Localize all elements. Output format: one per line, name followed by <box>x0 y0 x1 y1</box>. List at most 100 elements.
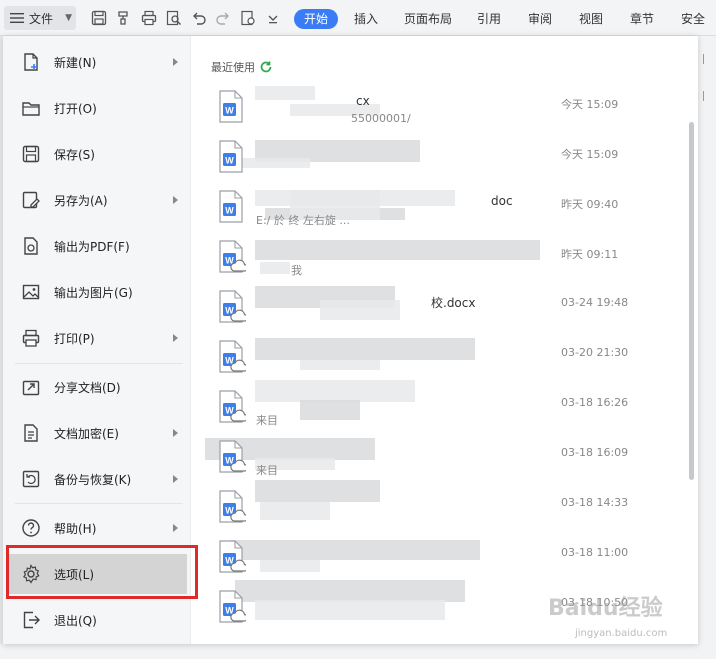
tab-security[interactable]: 安全 <box>673 9 713 29</box>
file-time: 03-18 16:09 <box>561 446 629 459</box>
menu-item-print[interactable]: 打印(P) <box>3 318 191 358</box>
recent-file-item[interactable]: W 03-20 21:30 <box>216 340 676 386</box>
file-time: 03-24 19:48 <box>561 296 629 309</box>
menu-item-label: 退出(Q) <box>54 613 97 628</box>
file-name: doc <box>491 194 513 208</box>
format-painter-icon[interactable] <box>115 9 133 27</box>
tab-insert[interactable]: 插入 <box>346 9 386 29</box>
recent-file-item[interactable]: W 我 昨天 09:11 <box>216 240 676 286</box>
submenu-arrow-icon <box>173 475 178 483</box>
print-preview-icon[interactable] <box>165 9 183 27</box>
submenu-arrow-icon <box>173 196 178 204</box>
tab-view[interactable]: 视图 <box>571 9 611 29</box>
word-doc-icon: W <box>216 590 249 624</box>
recent-file-item[interactable]: W 03-18 14:33 <box>216 490 676 536</box>
file-path: 55000001/ <box>351 112 411 125</box>
menu-item-label: 打印(P) <box>54 331 95 346</box>
recent-file-item[interactable]: W 今天 15:09 <box>216 140 676 186</box>
recent-file-item[interactable]: W 03-18 11:00 <box>216 540 676 586</box>
file-time: 昨天 09:11 <box>561 248 619 261</box>
tab-review[interactable]: 审阅 <box>520 9 560 29</box>
file-path: 来目 <box>256 414 278 427</box>
menu-item-export-pdf[interactable]: 输出为PDF(F) <box>3 226 191 266</box>
file-name: cx <box>356 94 370 108</box>
file-menu-label: 文件 <box>29 11 54 26</box>
submenu-arrow-icon <box>173 58 178 66</box>
menu-item-help[interactable]: 帮助(H) <box>3 508 191 548</box>
file-time: 03-18 14:33 <box>561 496 629 509</box>
redo-icon[interactable] <box>214 9 232 27</box>
word-doc-icon: W <box>216 190 246 224</box>
tab-home[interactable]: 开始 <box>294 9 338 29</box>
top-toolbar: 文件 ▼ 开始 插入 页面布局 引用 审阅 视图 章节 安全 <box>0 0 716 36</box>
print-icon[interactable] <box>140 9 158 27</box>
file-path: E:/ 於 终 左右旋 ... <box>256 214 350 227</box>
menu-item-export-image[interactable]: 输出为图片(G) <box>3 272 191 312</box>
file-time: 昨天 09:40 <box>561 198 619 211</box>
watermark-url: jingyan.baidu.com <box>575 628 668 639</box>
tab-page-layout[interactable]: 页面布局 <box>398 9 458 29</box>
undo-icon[interactable] <box>190 9 208 27</box>
file-time: 03-20 21:30 <box>561 346 629 359</box>
menu-item-label: 备份与恢复(K) <box>54 472 132 487</box>
baidu-watermark: Baidu经验 <box>548 596 663 621</box>
file-time: 今天 15:09 <box>561 148 619 161</box>
word-doc-icon: W <box>216 240 249 274</box>
recent-file-item[interactable]: Wcx 55000001/今天 15:09 <box>216 90 676 136</box>
svg-text:W: W <box>225 106 234 116</box>
submenu-arrow-icon <box>173 524 178 532</box>
menu-item-label: 打开(O) <box>54 101 97 116</box>
word-doc-icon: W <box>216 440 249 474</box>
svg-text:W: W <box>225 156 234 166</box>
menu-item-new[interactable]: 新建(N) <box>3 42 191 82</box>
menu-divider <box>15 363 183 364</box>
word-doc-icon: W <box>216 340 249 374</box>
save-as-icon <box>21 190 41 210</box>
menu-item-save[interactable]: 保存(S) <box>3 134 191 174</box>
menu-item-backup[interactable]: 备份与恢复(K) <box>3 459 191 499</box>
tab-references[interactable]: 引用 <box>469 9 509 29</box>
menu-item-label: 分享文档(D) <box>54 380 121 395</box>
menu-item-share[interactable]: 分享文档(D) <box>3 367 191 407</box>
recent-file-item[interactable]: W 校.docx 03-24 19:48 <box>216 290 676 336</box>
menu-item-encrypt[interactable]: 文档加密(E) <box>3 413 191 453</box>
menu-item-label: 新建(N) <box>54 55 97 70</box>
tab-chapter[interactable]: 章节 <box>622 9 662 29</box>
recent-scrollbar[interactable] <box>689 122 694 480</box>
recent-file-item[interactable]: W 来目 03-18 16:26 <box>216 390 676 436</box>
recent-file-item[interactable]: W 来目 03-18 16:09 <box>216 440 676 486</box>
gear-icon <box>21 564 41 584</box>
encrypt-icon <box>21 423 41 443</box>
document-settings-icon[interactable] <box>239 9 257 27</box>
word-doc-icon: W <box>216 140 246 174</box>
menu-item-label: 选项(L) <box>54 567 95 582</box>
share-icon <box>21 377 41 397</box>
pdf-export-icon <box>21 236 41 256</box>
menu-item-exit[interactable]: 退出(Q) <box>3 600 191 640</box>
print-icon <box>21 328 41 348</box>
file-name: 校.docx <box>431 296 476 310</box>
file-time: 03-18 16:26 <box>561 396 629 409</box>
word-doc-icon: W <box>216 540 249 574</box>
save-icon[interactable] <box>90 9 108 27</box>
help-icon <box>21 518 41 538</box>
menu-item-label: 另存为(A) <box>54 193 108 208</box>
recent-file-item[interactable]: Wdoc E:/ 於 终 左右旋 ... 昨天 09:40 <box>216 190 676 236</box>
menu-divider <box>15 503 183 504</box>
status-strip <box>0 644 716 659</box>
menu-item-save-as[interactable]: 另存为(A) <box>3 180 191 220</box>
customize-toolbar-icon[interactable] <box>264 9 282 27</box>
submenu-arrow-icon <box>173 334 178 342</box>
menu-item-options[interactable]: 选项(L) <box>9 554 187 594</box>
submenu-arrow-icon <box>173 429 178 437</box>
file-menu-button[interactable]: 文件 ▼ <box>4 6 76 30</box>
menu-item-label: 文档加密(E) <box>54 426 119 441</box>
refresh-icon[interactable] <box>259 60 273 74</box>
chevron-down-icon: ▼ <box>65 13 72 23</box>
recent-files-title: 最近使用 <box>211 59 273 75</box>
menu-item-open[interactable]: 打开(O) <box>3 88 191 128</box>
svg-text:W: W <box>225 206 234 216</box>
word-doc-icon: W <box>216 490 249 524</box>
new-doc-icon <box>21 52 41 72</box>
menu-item-label: 输出为图片(G) <box>54 285 133 300</box>
